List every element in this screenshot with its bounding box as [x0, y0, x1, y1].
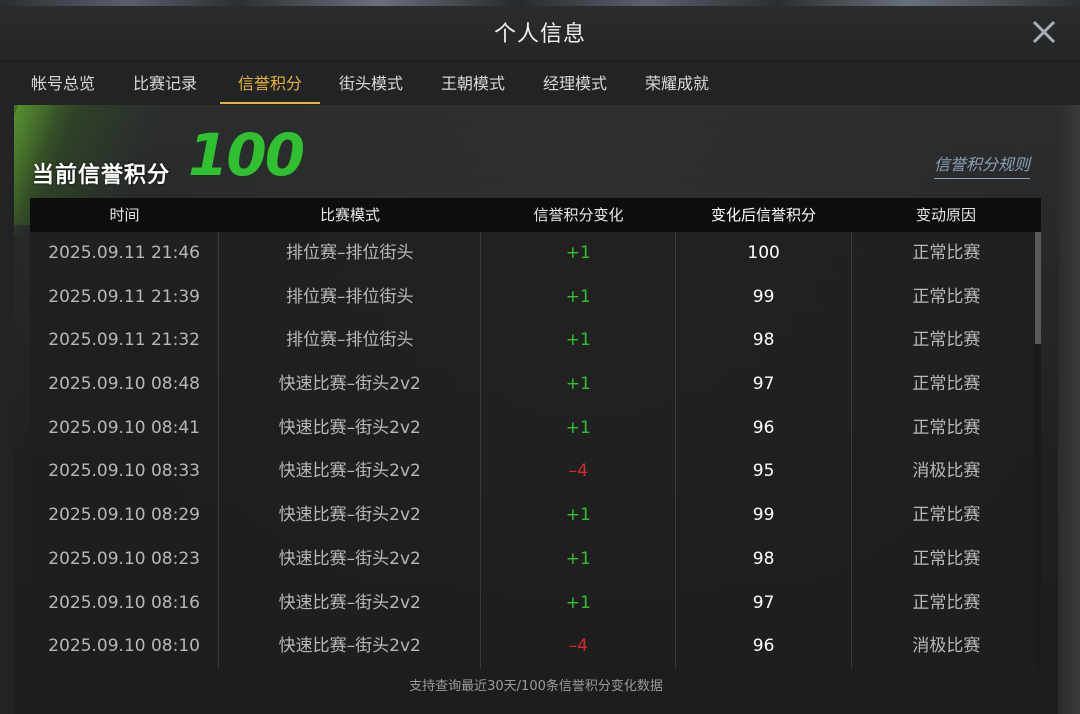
modal-header: 个人信息: [0, 6, 1080, 61]
header-match-mode: 比赛模式: [319, 206, 380, 224]
cell-after: 97: [676, 363, 852, 407]
cell-after: 96: [676, 406, 852, 451]
credit-panel: 当前信誉积分 100 信誉积分规则 时间 比赛模式 信誉积分变化 变化后信誉积分…: [14, 105, 1058, 714]
cell-time: 2025.09.10 08:23: [30, 537, 220, 582]
cell-after: 98: [676, 537, 852, 582]
table-row: 2025.09.10 08:23 快速比赛–街头2v2 +1 98 正常比赛: [30, 537, 1041, 582]
cell-mode: 快速比赛–街头2v2: [219, 581, 482, 626]
header-reason: 变动原因: [915, 206, 976, 224]
table-header: 时间 比赛模式 信誉积分变化 变化后信誉积分 变动原因: [30, 198, 1041, 232]
cell-mode: 快速比赛–街头2v2: [219, 406, 482, 451]
cell-reason: 正常比赛: [912, 548, 981, 569]
header-credit-after: 变化后信誉积分: [710, 206, 816, 224]
cell-mode: 快速比赛–街头2v2: [219, 450, 482, 495]
cell-reason: 正常比赛: [912, 330, 981, 351]
cell-change: +1: [481, 537, 677, 582]
current-credit-value: 100: [188, 121, 305, 189]
table-row: 2025.09.10 08:48 快速比赛–街头2v2 +1 97 正常比赛: [30, 363, 1041, 407]
table-row: 2025.09.11 21:32 排位赛–排位街头 +1 98 正常比赛: [30, 319, 1041, 364]
cell-change: +1: [481, 232, 677, 276]
cell-change: +1: [481, 275, 677, 320]
cell-time: 2025.09.11 21:32: [30, 319, 220, 364]
close-icon[interactable]: [1030, 18, 1058, 46]
tab-account-overview[interactable]: 帐号总览: [20, 68, 106, 104]
cell-time: 2025.09.11 21:39: [30, 275, 220, 320]
cell-time: 2025.09.10 08:10: [30, 625, 220, 669]
cell-time: 2025.09.10 08:16: [30, 581, 220, 626]
cell-time: 2025.09.10 08:41: [30, 406, 220, 451]
cell-reason: 正常比赛: [912, 417, 981, 438]
table-row: 2025.09.10 08:41 快速比赛–街头2v2 +1 96 正常比赛: [30, 406, 1041, 451]
table-row: 2025.09.11 21:39 排位赛–排位街头 +1 99 正常比赛: [30, 275, 1041, 320]
modal-title: 个人信息: [493, 22, 586, 47]
header-credit-change: 信誉积分变化: [533, 206, 624, 224]
cell-reason: 消极比赛: [912, 461, 981, 482]
credit-rules-link[interactable]: 信誉积分规则: [933, 151, 1030, 179]
tab-dynasty-mode[interactable]: 王朝模式: [430, 68, 516, 104]
table-row: 2025.09.10 08:29 快速比赛–街头2v2 +1 99 正常比赛: [30, 494, 1041, 538]
cell-time: 2025.09.10 08:33: [30, 450, 220, 495]
table-row: 2025.09.10 08:33 快速比赛–街头2v2 –4 95 消极比赛: [30, 450, 1041, 495]
cell-reason: 消极比赛: [912, 636, 981, 657]
tab-manager-mode[interactable]: 经理模式: [532, 68, 618, 104]
cell-after: 99: [676, 275, 852, 320]
cell-change: +1: [481, 494, 677, 538]
cell-change: –4: [481, 450, 677, 495]
tab-street-mode[interactable]: 街头模式: [328, 68, 414, 104]
cell-reason: 正常比赛: [912, 243, 981, 263]
cell-change: –4: [481, 625, 677, 669]
scrollbar-thumb[interactable]: [1035, 232, 1041, 344]
tab-match-records[interactable]: 比赛记录: [122, 68, 208, 104]
table-row: 2025.09.10 08:10 快速比赛–街头2v2 –4 96 消极比赛: [30, 625, 1041, 669]
cell-after: 97: [676, 581, 852, 626]
tab-honor-achievements[interactable]: 荣耀成就: [634, 68, 720, 104]
cell-after: 98: [676, 319, 852, 364]
cell-change: +1: [481, 406, 677, 451]
cell-time: 2025.09.11 21:46: [30, 232, 220, 276]
cell-reason: 正常比赛: [912, 505, 981, 526]
footer-note: 支持查询最近30天/100条信誉积分变化数据: [409, 679, 663, 694]
cell-after: 99: [676, 494, 852, 538]
table-row: 2025.09.10 08:16 快速比赛–街头2v2 +1 97 正常比赛: [30, 581, 1041, 626]
scrollbar[interactable]: [1035, 232, 1041, 669]
table-row: 2025.09.11 21:46 排位赛–排位街头 +1 100 正常比赛: [30, 232, 1041, 276]
cell-mode: 排位赛–排位街头: [219, 319, 482, 364]
cell-reason: 正常比赛: [912, 286, 981, 307]
cell-change: +1: [481, 581, 677, 626]
cell-mode: 快速比赛–街头2v2: [219, 537, 482, 582]
cell-after: 100: [676, 232, 852, 276]
cell-mode: 排位赛–排位街头: [219, 232, 482, 276]
cell-reason: 正常比赛: [912, 374, 981, 395]
cell-mode: 快速比赛–街头2v2: [219, 363, 482, 407]
credit-history-table: 时间 比赛模式 信誉积分变化 变化后信誉积分 变动原因 2025.09.11 2…: [30, 198, 1041, 669]
cell-change: +1: [481, 363, 677, 407]
header-time: 时间: [109, 206, 140, 224]
cell-after: 95: [676, 450, 852, 495]
table-body[interactable]: 2025.09.11 21:46 排位赛–排位街头 +1 100 正常比赛 20…: [30, 232, 1041, 669]
tab-credit-score[interactable]: 信誉积分: [220, 68, 320, 104]
cell-reason: 正常比赛: [912, 592, 981, 613]
cell-change: +1: [481, 319, 677, 364]
cell-mode: 快速比赛–街头2v2: [219, 625, 482, 669]
background-edge: [1058, 105, 1080, 714]
cell-after: 96: [676, 625, 852, 669]
cell-mode: 快速比赛–街头2v2: [219, 494, 482, 538]
current-credit-label: 当前信誉积分: [32, 163, 171, 188]
cell-mode: 排位赛–排位街头: [219, 275, 482, 320]
cell-time: 2025.09.10 08:29: [30, 494, 220, 538]
personal-info-modal: 个人信息 帐号总览 比赛记录 信誉积分 街头模式 王朝模式 经理模式 荣耀成就 …: [0, 6, 1080, 714]
cell-time: 2025.09.10 08:48: [30, 363, 220, 407]
